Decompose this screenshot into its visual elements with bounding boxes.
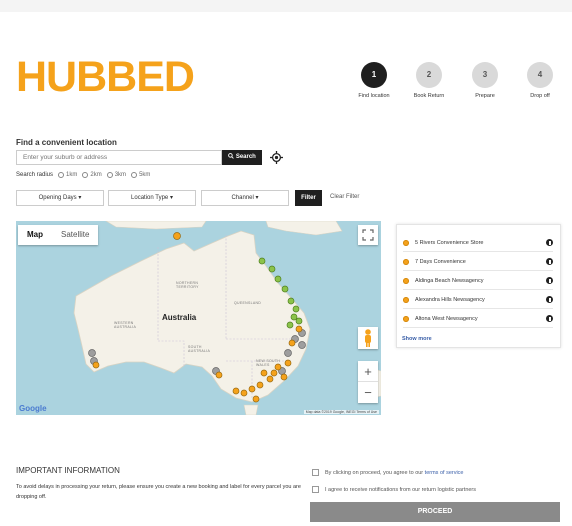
- list-item[interactable]: 7 Days Convenience: [403, 253, 553, 271]
- info-icon[interactable]: [546, 239, 553, 246]
- important-info-title: IMPORTANT INFORMATION: [16, 466, 120, 475]
- step-3-number: 3: [472, 62, 498, 88]
- radius-2km-label: 2km: [90, 172, 102, 178]
- list-item[interactable]: Alexandra Hills Newsagency: [403, 291, 553, 309]
- search-button-label: Search: [235, 154, 256, 160]
- step-2-label: Book Return: [413, 93, 445, 99]
- proceed-button[interactable]: PROCEED: [310, 502, 560, 522]
- location-type-dropdown[interactable]: Location Type ▾: [108, 190, 196, 206]
- step-4-label: Drop off: [530, 93, 550, 99]
- show-more-link[interactable]: Show more: [402, 336, 432, 342]
- step-1-label: Find location: [358, 93, 390, 99]
- filter-button[interactable]: Filter: [295, 190, 322, 206]
- locate-me-icon[interactable]: [270, 151, 283, 164]
- radio-2km[interactable]: [82, 172, 89, 178]
- terms-checkbox-row: By clicking on proceed, you agree to our…: [312, 469, 464, 476]
- list-item[interactable]: 5 Rivers Convenience Store: [403, 234, 553, 252]
- info-icon[interactable]: [546, 315, 553, 322]
- street-view-pegman[interactable]: [358, 327, 378, 349]
- radius-option-1km[interactable]: 1km: [58, 172, 77, 178]
- notifications-checkbox[interactable]: [312, 486, 319, 493]
- zoom-out-button[interactable]: −: [358, 382, 378, 403]
- map-view[interactable]: NORTHERN TERRITORY QUEENSLAND WESTERN AUST…: [16, 221, 381, 415]
- search-icon: [228, 153, 234, 159]
- search-button[interactable]: Search: [222, 150, 262, 165]
- location-name: Altona West Newsagency: [415, 315, 478, 322]
- list-item[interactable]: Aldinga Beach Newsagency: [403, 272, 553, 290]
- location-name: 7 Days Convenience: [415, 258, 466, 265]
- terms-checkbox[interactable]: [312, 469, 319, 476]
- find-location-title: Find a convenient location: [16, 138, 117, 147]
- google-logo: Google: [19, 404, 47, 413]
- top-bar: [0, 0, 572, 12]
- notifications-checkbox-row: I agree to receive notifications from ou…: [312, 486, 476, 493]
- step-4-number: 4: [527, 62, 553, 88]
- step-find-location: 1 Find location: [344, 62, 404, 99]
- step-book-return: 2 Book Return: [399, 62, 459, 99]
- info-icon[interactable]: [546, 258, 553, 265]
- caret-down-icon: ▾: [255, 195, 259, 201]
- location-pin-icon: [403, 239, 409, 246]
- step-1-number: 1: [361, 62, 387, 88]
- location-name: Aldinga Beach Newsagency: [415, 277, 484, 284]
- step-3-label: Prepare: [475, 93, 495, 99]
- search-radius: Search radius 1km 2km 3km 5km: [16, 172, 150, 178]
- step-2-number: 2: [416, 62, 442, 88]
- fullscreen-button[interactable]: [358, 225, 378, 245]
- map-markers: [88, 232, 306, 403]
- location-type-label: Location Type: [131, 195, 169, 201]
- zoom-in-button[interactable]: +: [358, 361, 378, 382]
- map-type-tabs: Map Satellite: [18, 225, 99, 245]
- map-label-australia: Australia: [162, 313, 197, 322]
- caret-down-icon: ▾: [169, 195, 173, 201]
- hubbed-logo[interactable]: HUBBED: [16, 56, 195, 99]
- search-radius-label: Search radius: [16, 172, 54, 178]
- radio-3km[interactable]: [106, 172, 113, 178]
- location-list-panel: 5 Rivers Convenience Store 7 Days Conven…: [396, 224, 561, 348]
- terms-of-service-link[interactable]: terms of service: [425, 470, 464, 476]
- info-icon[interactable]: [546, 277, 553, 284]
- info-icon[interactable]: [546, 296, 553, 303]
- step-drop-off: 4 Drop off: [510, 62, 570, 99]
- pegman-icon: [365, 329, 371, 347]
- location-pin-icon: [403, 277, 409, 284]
- notifications-text: I agree to receive notifications from ou…: [325, 486, 477, 493]
- zoom-controls: + −: [358, 361, 378, 403]
- opening-days-label: Opening Days: [38, 195, 77, 201]
- radio-1km[interactable]: [58, 172, 65, 178]
- fullscreen-icon: [362, 229, 374, 241]
- radius-3km-label: 3km: [114, 172, 127, 178]
- step-prepare: 3 Prepare: [455, 62, 515, 99]
- channel-label: Channel: [231, 195, 254, 201]
- map-tab-satellite[interactable]: Satellite: [52, 225, 98, 245]
- search-input[interactable]: [16, 150, 222, 165]
- opening-days-dropdown[interactable]: Opening Days ▾: [16, 190, 104, 206]
- radius-option-3km[interactable]: 3km: [106, 172, 127, 178]
- important-info-text: To avoid delays in processing your retur…: [16, 484, 301, 500]
- radius-option-2km[interactable]: 2km: [82, 172, 102, 178]
- map-tab-map[interactable]: Map: [18, 225, 52, 245]
- radius-option-5km[interactable]: 5km: [131, 172, 150, 178]
- caret-down-icon: ▾: [78, 195, 82, 201]
- radius-1km-label: 1km: [66, 172, 78, 178]
- location-name: Alexandra Hills Newsagency: [415, 296, 485, 303]
- location-pin-icon: [403, 296, 409, 303]
- list-item[interactable]: Altona West Newsagency: [403, 310, 553, 328]
- map-attribution[interactable]: Map data ©2019 Google, INEGI Terms of Us…: [303, 410, 379, 414]
- terms-text: By clicking on proceed, you agree to our: [325, 469, 425, 476]
- channel-dropdown[interactable]: Channel ▾: [201, 190, 289, 206]
- radio-5km[interactable]: [131, 172, 138, 178]
- location-pin-icon: [403, 315, 409, 322]
- location-name: 5 Rivers Convenience Store: [415, 239, 484, 246]
- radius-5km-label: 5km: [139, 172, 151, 178]
- marker-darwin: [173, 232, 181, 240]
- clear-filter-link[interactable]: Clear Filter: [330, 194, 359, 200]
- location-pin-icon: [403, 258, 409, 265]
